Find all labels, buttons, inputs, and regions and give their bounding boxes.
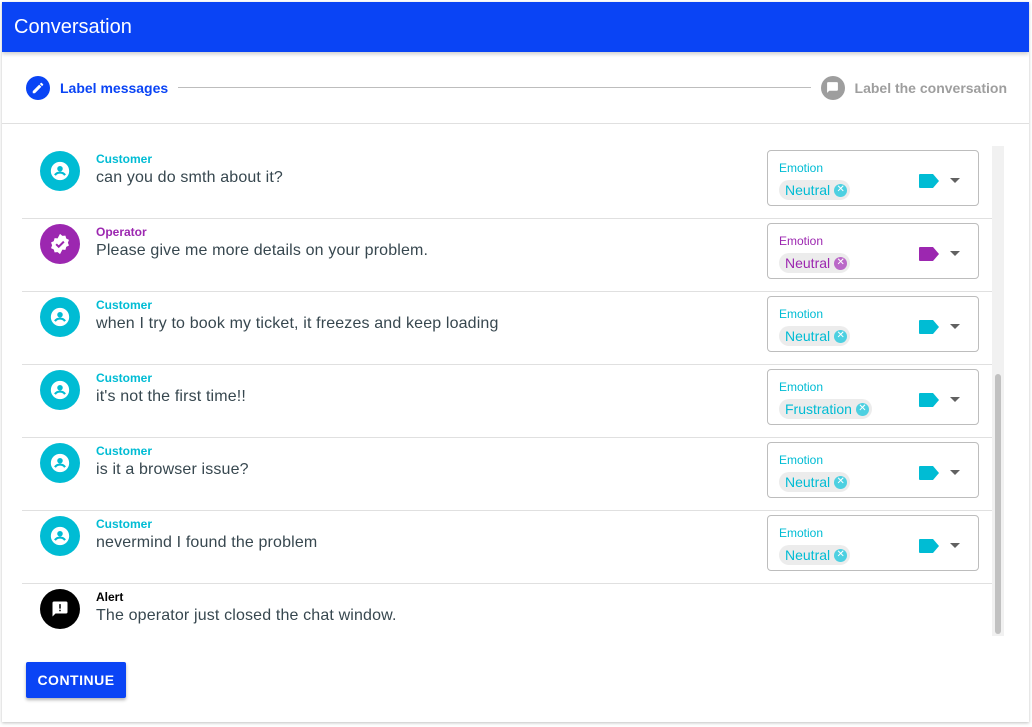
sender-role: Alert xyxy=(96,590,124,604)
message-content: Customer is it a browser issue? xyxy=(96,444,249,479)
emotion-chip: Neutral ✕ xyxy=(779,545,851,565)
emotion-chip: Neutral ✕ xyxy=(779,180,851,200)
step-label-conversation[interactable]: Label the conversation xyxy=(820,75,1007,100)
message-content: Alert The operator just closed the chat … xyxy=(96,590,397,625)
select-label: Emotion xyxy=(779,307,824,321)
emotion-select[interactable]: Emotion Neutral ✕ xyxy=(767,223,979,279)
label-tag-icon xyxy=(919,466,939,480)
label-tag-icon xyxy=(919,320,939,334)
chip-remove-icon[interactable]: ✕ xyxy=(834,256,848,270)
message-text: nevermind I found the problem xyxy=(96,534,318,551)
emotion-chip: Neutral ✕ xyxy=(779,472,851,492)
message-text: it's not the first time!! xyxy=(96,388,246,405)
select-label: Emotion xyxy=(779,380,824,394)
app-bar: Conversation xyxy=(2,2,1029,52)
message-row: Customer is it a browser issue? Emotion … xyxy=(22,438,992,511)
chip-remove-icon[interactable]: ✕ xyxy=(834,475,848,489)
select-label: Emotion xyxy=(779,161,824,175)
message-text: can you do smth about it? xyxy=(96,169,283,186)
chip-remove-icon[interactable]: ✕ xyxy=(855,402,869,416)
message-row: Customer it's not the first time!! Emoti… xyxy=(22,365,992,438)
message-text: when I try to book my ticket, it freezes… xyxy=(96,315,499,332)
label-tag-icon xyxy=(919,539,939,553)
message-row: Operator Please give me more details on … xyxy=(22,219,992,292)
select-label: Emotion xyxy=(779,234,824,248)
message-text: Please give me more details on your prob… xyxy=(96,242,429,259)
select-label: Emotion xyxy=(779,526,824,540)
emotion-chip: Neutral ✕ xyxy=(779,326,851,346)
message-list: Customer can you do smth about it? Emoti… xyxy=(22,146,992,636)
message-row: Customer can you do smth about it? Emoti… xyxy=(22,146,992,219)
pencil-icon xyxy=(26,75,50,100)
chat-icon xyxy=(820,75,845,100)
continue-button[interactable]: CONTINUE xyxy=(26,662,126,698)
customer-avatar-icon xyxy=(40,151,80,191)
message-content: Customer when I try to book my ticket, i… xyxy=(96,298,499,333)
customer-avatar-icon xyxy=(40,370,80,410)
chevron-down-icon[interactable] xyxy=(950,543,960,548)
step-label-messages[interactable]: Label messages xyxy=(26,75,169,100)
emotion-select[interactable]: Emotion Neutral ✕ xyxy=(767,442,979,498)
sender-role: Customer xyxy=(96,298,153,312)
label-tag-icon xyxy=(919,174,939,188)
emotion-select[interactable]: Emotion Neutral ✕ xyxy=(767,150,979,206)
message-row: Customer nevermind I found the problem E… xyxy=(22,511,992,584)
alert-icon xyxy=(40,589,80,629)
scrollbar-thumb[interactable] xyxy=(995,374,1001,634)
emotion-select[interactable]: Emotion Neutral ✕ xyxy=(767,296,979,352)
select-label: Emotion xyxy=(779,453,824,467)
step-label: Label messages xyxy=(60,79,169,96)
message-content: Customer it's not the first time!! xyxy=(96,371,246,406)
chip-label: Neutral xyxy=(785,474,831,490)
message-content: Operator Please give me more details on … xyxy=(96,225,428,260)
alert-row: Alert The operator just closed the chat … xyxy=(22,584,992,636)
chip-label: Neutral xyxy=(785,255,831,271)
emotion-select[interactable]: Emotion Neutral ✕ xyxy=(767,515,979,571)
chip-label: Neutral xyxy=(785,182,831,198)
chevron-down-icon[interactable] xyxy=(950,251,960,256)
message-list-container: Customer can you do smth about it? Emoti… xyxy=(22,146,1004,636)
customer-avatar-icon xyxy=(40,443,80,483)
chip-remove-icon[interactable]: ✕ xyxy=(834,548,848,562)
scrollbar[interactable] xyxy=(992,146,1004,636)
emotion-chip: Neutral ✕ xyxy=(779,253,851,273)
sender-role: Customer xyxy=(96,517,153,531)
stepper-connector xyxy=(178,87,811,88)
customer-avatar-icon xyxy=(40,297,80,337)
chip-label: Neutral xyxy=(785,547,831,563)
sender-role: Customer xyxy=(96,444,153,458)
sender-role: Customer xyxy=(96,152,153,166)
emotion-select[interactable]: Emotion Frustration ✕ xyxy=(767,369,979,425)
sender-role: Customer xyxy=(96,371,153,385)
sender-role: Operator xyxy=(96,225,147,239)
chip-remove-icon[interactable]: ✕ xyxy=(834,329,848,343)
emotion-chip: Frustration ✕ xyxy=(779,399,872,419)
chevron-down-icon[interactable] xyxy=(950,397,960,402)
page-title: Conversation xyxy=(14,15,132,38)
chevron-down-icon[interactable] xyxy=(950,324,960,329)
operator-verified-icon xyxy=(40,224,80,264)
chevron-down-icon[interactable] xyxy=(950,178,960,183)
step-label: Label the conversation xyxy=(854,79,1007,96)
chip-label: Frustration xyxy=(785,401,852,417)
message-row: Customer when I try to book my ticket, i… xyxy=(22,292,992,365)
message-text: The operator just closed the chat window… xyxy=(96,607,397,624)
label-tag-icon xyxy=(919,393,939,407)
chip-remove-icon[interactable]: ✕ xyxy=(834,183,848,197)
chip-label: Neutral xyxy=(785,328,831,344)
message-text: is it a browser issue? xyxy=(96,461,249,478)
chevron-down-icon[interactable] xyxy=(950,470,960,475)
message-content: Customer can you do smth about it? xyxy=(96,152,283,187)
message-content: Customer nevermind I found the problem xyxy=(96,517,317,552)
customer-avatar-icon xyxy=(40,516,80,556)
stepper: Label messages Label the conversation xyxy=(2,52,1029,124)
label-tag-icon xyxy=(919,247,939,261)
